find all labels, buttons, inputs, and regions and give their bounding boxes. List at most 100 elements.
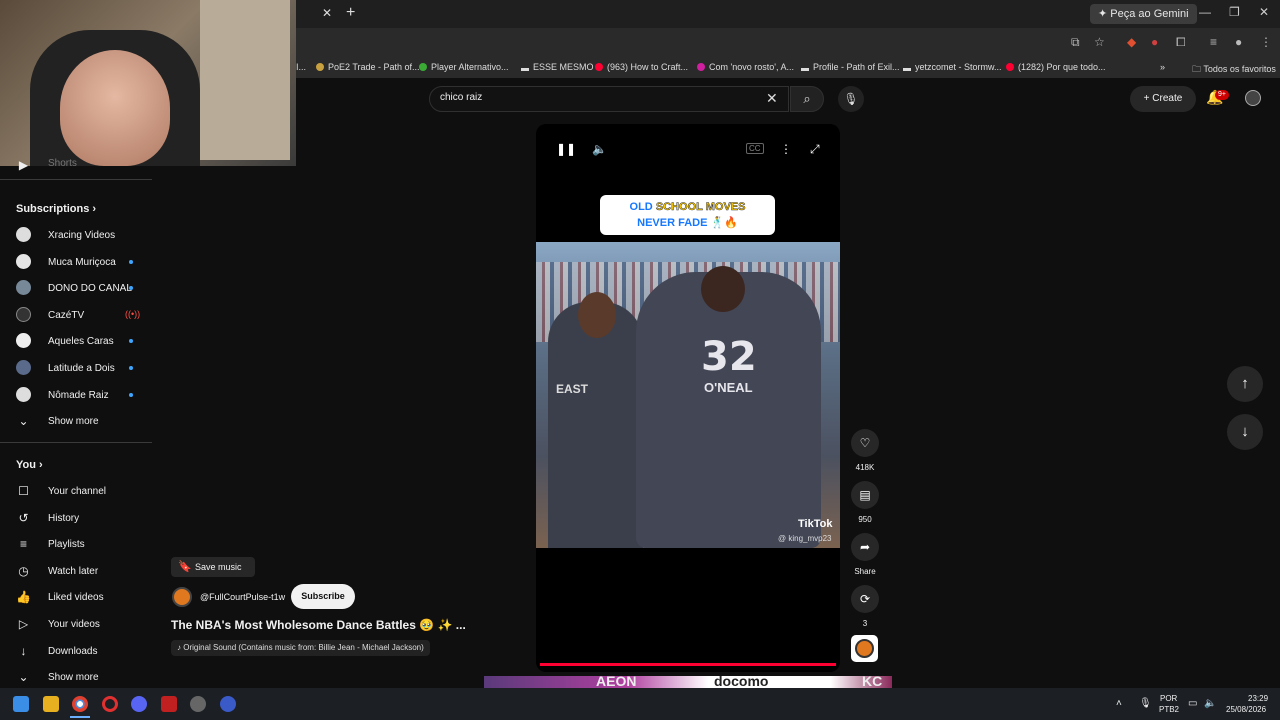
- volume-icon[interactable]: 🔈: [1204, 698, 1216, 709]
- sidebar-item-subscription[interactable]: Xracing Videos: [0, 222, 152, 248]
- you-heading[interactable]: You ›: [16, 459, 43, 471]
- input-language[interactable]: POR: [1160, 694, 1177, 703]
- history-icon: ↺: [18, 511, 29, 525]
- new-tab-icon[interactable]: +: [346, 4, 355, 22]
- restore-icon[interactable]: ❐: [1229, 5, 1240, 19]
- close-window-icon[interactable]: ✕: [1259, 5, 1269, 19]
- app-icon[interactable]: [161, 696, 177, 712]
- bookmarks-overflow-icon[interactable]: »: [1160, 62, 1165, 72]
- clock-time[interactable]: 23:29: [1248, 694, 1268, 703]
- extension-icon[interactable]: ●: [1151, 35, 1158, 49]
- sidebar-show-more[interactable]: ⌄ Show more: [0, 408, 152, 434]
- voice-search-button[interactable]: 🎙: [838, 86, 864, 112]
- install-app-icon[interactable]: ⧉: [1071, 35, 1080, 50]
- divider: [0, 442, 152, 443]
- channel-avatar[interactable]: [172, 587, 192, 607]
- captions-icon[interactable]: CC: [746, 143, 764, 154]
- opera-icon[interactable]: [102, 696, 118, 712]
- sidebar-item-subscription[interactable]: CazéTV ((•)): [0, 302, 152, 328]
- bookmark-label: Com 'novo rosto', A...: [709, 62, 794, 72]
- sound-chip[interactable]: ♪ Original Sound (Contains music from: B…: [171, 640, 430, 656]
- bookmark-item[interactable]: I...: [296, 62, 306, 72]
- sidebar-item-playlists[interactable]: ≡ Playlists: [0, 531, 152, 557]
- chrome-icon[interactable]: [72, 696, 88, 712]
- sidebar-item-subscription[interactable]: DONO DO CANAL: [0, 275, 152, 301]
- bookmark-item[interactable]: PoE2 Trade - Path of...: [316, 62, 420, 72]
- channel-avatar: [16, 307, 31, 322]
- bookmark-item[interactable]: ESSE MESMO: [521, 62, 594, 72]
- video-progress-bar[interactable]: [540, 663, 836, 666]
- ea-icon[interactable]: [220, 696, 236, 712]
- steam-icon[interactable]: [190, 696, 206, 712]
- all-bookmarks-item[interactable]: 🗀 Todos os favoritos: [1192, 62, 1276, 78]
- close-tab-icon[interactable]: ✕: [322, 6, 336, 20]
- channel-name[interactable]: @FullCourtPulse-t1w: [200, 592, 285, 602]
- bookmark-item[interactable]: (1282) Por que todo...: [1006, 62, 1106, 72]
- volume-icon[interactable]: 🔈: [592, 142, 607, 156]
- sidebar-item-subscription[interactable]: Muca Muriçoca: [0, 249, 152, 275]
- windows-start-icon[interactable]: [13, 696, 29, 712]
- menu-kebab-icon[interactable]: ⋮: [1260, 35, 1272, 49]
- bookmark-label: Profile - Path of Exil...: [813, 62, 900, 72]
- video-title[interactable]: The NBA's Most Wholesome Dance Battles 🥹…: [171, 618, 466, 632]
- remix-button[interactable]: ⟳ 3: [850, 585, 880, 628]
- sidebar-item-your-videos[interactable]: ▷ Your videos: [0, 611, 152, 637]
- bookmark-item[interactable]: (963) How to Craft...: [595, 62, 688, 72]
- discord-icon[interactable]: [131, 696, 147, 712]
- pause-icon[interactable]: ❚❚: [556, 142, 576, 156]
- bookmark-item[interactable]: yetzcomet - Stormw...: [903, 62, 1002, 72]
- account-avatar[interactable]: [1245, 90, 1261, 106]
- sound-avatar[interactable]: [851, 635, 878, 662]
- more-options-icon[interactable]: ⋮: [780, 142, 792, 156]
- share-icon: ➦: [851, 533, 879, 561]
- subscriptions-heading[interactable]: Subscriptions ›: [16, 203, 96, 215]
- profile-icon[interactable]: ●: [1235, 35, 1242, 49]
- file-explorer-icon[interactable]: [43, 696, 59, 712]
- caption-word: SCHOOL MOVES: [655, 201, 746, 214]
- sidebar-item-shorts[interactable]: ▶ Shorts: [0, 158, 152, 174]
- tray-expand-icon[interactable]: ˄: [1116, 698, 1122, 709]
- like-button[interactable]: ♡ 418K: [850, 429, 880, 472]
- bookmark-item[interactable]: Player Alternativo...: [419, 62, 509, 72]
- sidebar-item-subscription[interactable]: Latitude a Dois: [0, 355, 152, 381]
- sidebar-item-subscription[interactable]: Aqueles Caras: [0, 328, 152, 354]
- comments-button[interactable]: ▤ 950: [850, 481, 880, 524]
- plus-icon: +: [1143, 93, 1153, 104]
- microphone-icon: 🎙: [843, 92, 859, 106]
- search-icon: ⌕: [803, 91, 811, 106]
- extensions-puzzle-icon[interactable]: ⧠: [1176, 35, 1186, 50]
- channel-icon: ☐: [18, 484, 29, 498]
- bookmark-star-icon[interactable]: ☆: [1094, 35, 1105, 49]
- save-music-button[interactable]: 🔖 Save music: [171, 557, 255, 577]
- media-controls-icon[interactable]: ≡: [1210, 35, 1217, 49]
- fullscreen-icon[interactable]: ⤢: [810, 142, 820, 157]
- search-button[interactable]: ⌕: [790, 86, 824, 112]
- subscribe-button[interactable]: Subscribe: [291, 584, 355, 609]
- comment-count: 950: [858, 515, 872, 524]
- clear-search-icon[interactable]: ✕: [766, 90, 778, 107]
- sidebar-item-downloads[interactable]: ↓ Downloads: [0, 638, 152, 664]
- search-input[interactable]: [440, 92, 760, 103]
- sidebar-item-your-channel[interactable]: ☐ Your channel: [0, 478, 152, 504]
- minimize-icon[interactable]: —: [1199, 5, 1211, 19]
- bookmark-item[interactable]: Com 'novo rosto', A...: [697, 62, 794, 72]
- sidebar-item-watch-later[interactable]: ◷ Watch later: [0, 558, 152, 584]
- new-content-dot: [129, 286, 133, 290]
- sidebar-show-more-2[interactable]: ⌄ Show more: [0, 664, 152, 690]
- keyboard-layout[interactable]: PTB2: [1159, 705, 1179, 714]
- bookmark-item[interactable]: Profile - Path of Exil...: [801, 62, 900, 72]
- extension-icon[interactable]: ◆: [1127, 35, 1136, 49]
- microphone-icon[interactable]: 🎙: [1139, 698, 1152, 709]
- bookmark-label: PoE2 Trade - Path of...: [328, 62, 420, 72]
- clock-date[interactable]: 25/08/2026: [1226, 705, 1266, 714]
- channel-avatar: [16, 254, 31, 269]
- sidebar-item-history[interactable]: ↺ History: [0, 505, 152, 531]
- previous-short-button[interactable]: ↑: [1227, 366, 1263, 402]
- sidebar-item-liked-videos[interactable]: 👍 Liked videos: [0, 584, 152, 610]
- gemini-button[interactable]: ✦ Peça ao Gemini: [1090, 4, 1197, 24]
- network-icon[interactable]: ▭: [1188, 698, 1197, 709]
- next-short-button[interactable]: ↓: [1227, 414, 1263, 450]
- sidebar-item-subscription[interactable]: Nômade Raiz: [0, 382, 152, 408]
- share-button[interactable]: ➦ Share: [850, 533, 880, 576]
- create-button[interactable]: + Create: [1130, 86, 1196, 112]
